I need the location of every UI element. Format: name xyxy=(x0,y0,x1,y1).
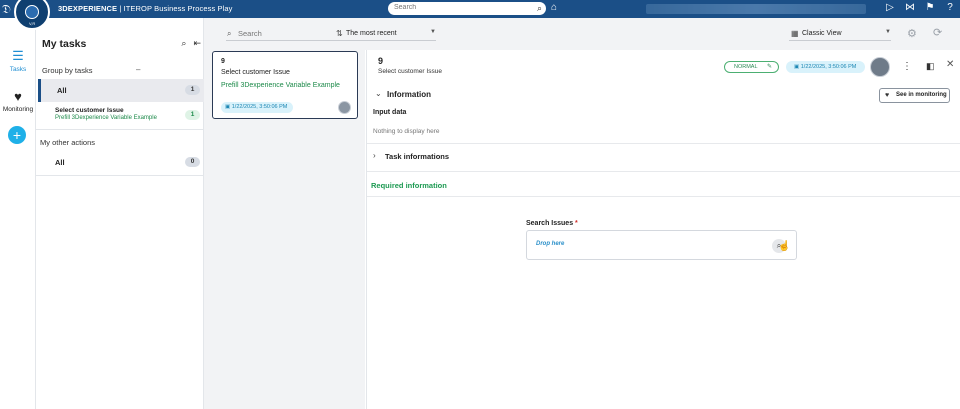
add-button[interactable]: + xyxy=(8,126,26,144)
search-issues-label: Search Issues * xyxy=(526,220,578,227)
panel-toggle-icon[interactable]: ◧ xyxy=(926,61,935,72)
status-badge[interactable]: NORMAL ✎ xyxy=(724,61,779,73)
divider xyxy=(367,143,960,144)
task-number: 9 xyxy=(221,58,225,65)
community-icon[interactable]: ⚑ xyxy=(924,2,936,13)
input-data-title: Input data xyxy=(373,109,407,116)
divider xyxy=(36,129,204,130)
detail-name: Select customer Issue xyxy=(378,68,442,75)
compass-version: V,R xyxy=(29,21,36,26)
tasks-panel: My tasks ⌕ ⇤ Group by tasks – All 1 Sele… xyxy=(36,18,204,409)
divider xyxy=(367,171,960,172)
other-actions-label: My other actions xyxy=(40,138,96,147)
search-icon[interactable]: ⌕ xyxy=(537,3,542,14)
top-bar: 𝔇 V,R 3DEXPERIENCE | ITEROP Business Pro… xyxy=(0,0,960,30)
other-item-all[interactable]: All 0 xyxy=(38,151,204,173)
blurred-user-area xyxy=(646,4,866,14)
section-title: Information xyxy=(387,90,431,99)
group-item-all[interactable]: All 1 xyxy=(38,79,204,102)
compass-play-icon xyxy=(25,5,39,19)
list-search[interactable]: ⌕ xyxy=(226,28,344,41)
heart-monitor-icon: ♥ xyxy=(14,89,22,104)
filter-bar: ⌕ ⇅ The most recent ▼ ▦ Classic View ▼ ⚙… xyxy=(204,18,960,50)
sort-label: The most recent xyxy=(346,30,397,37)
divider xyxy=(367,196,960,197)
see-in-monitoring-button[interactable]: ♥ See in monitoring xyxy=(879,88,950,103)
list-search-input[interactable] xyxy=(238,29,338,38)
date-badge[interactable]: ▣ 1/22/2025, 3:50:06 PM xyxy=(786,61,865,73)
global-search-input[interactable] xyxy=(388,2,528,13)
help-icon[interactable]: ? xyxy=(944,2,956,13)
detail-number: 9 xyxy=(378,56,384,66)
calendar-icon: ▣ xyxy=(225,104,232,110)
chevron-right-icon: › xyxy=(373,151,376,160)
task-card[interactable]: 9 Select customer Issue Prefill 3Dexperi… xyxy=(212,51,358,119)
view-icon: ▦ xyxy=(791,29,799,38)
task-name: Select customer Issue xyxy=(55,107,124,114)
date-badge: ▣ 1/22/2025, 3:50:06 PM xyxy=(221,102,294,113)
tag-icon[interactable]: ⌂ xyxy=(551,2,557,13)
rail-item-tasks[interactable]: ☰ Tasks xyxy=(0,48,36,73)
app-title: 3DEXPERIENCE | ITEROP Business Process P… xyxy=(58,4,233,13)
tasks-icon: ☰ xyxy=(12,48,24,63)
calendar-icon: ▣ xyxy=(794,64,801,70)
collapse-group-icon[interactable]: – xyxy=(136,65,140,74)
sort-dropdown[interactable]: ⇅ The most recent ▼ xyxy=(334,29,436,41)
refresh-icon[interactable]: ⟳ xyxy=(933,26,942,39)
task-process: Prefill 3Dexperience Variable Example xyxy=(55,115,157,121)
count-badge: 1 xyxy=(185,110,200,120)
chevron-down-icon: ⌄ xyxy=(375,89,382,98)
count-badge: 1 xyxy=(185,85,200,95)
gear-icon[interactable]: ⚙ xyxy=(907,27,917,40)
rail-tasks-label: Tasks xyxy=(9,66,27,73)
view-label: Classic View xyxy=(802,30,842,37)
task-name: Select customer Issue xyxy=(221,69,290,76)
search-icon[interactable]: ⌕ xyxy=(181,38,186,49)
top-icons: ▷ ⋈ ⚑ ? xyxy=(884,2,956,13)
task-informations-section-header[interactable]: › Task informations xyxy=(367,149,960,165)
global-search[interactable]: ⌕ xyxy=(388,2,546,15)
sort-icon: ⇅ xyxy=(336,29,343,38)
empty-message: Nothing to display here xyxy=(373,128,440,135)
share-icon[interactable]: ⋈ xyxy=(904,2,916,13)
search-icon: ⌕ xyxy=(227,29,232,38)
play-icon[interactable]: ▷ xyxy=(884,2,896,13)
close-icon[interactable]: ✕ xyxy=(946,59,954,70)
chevron-down-icon: ▼ xyxy=(430,29,436,35)
section-title: Task informations xyxy=(385,152,450,161)
panel-tools: ⌕ ⇤ xyxy=(181,38,201,49)
chevron-down-icon: ▼ xyxy=(885,29,891,35)
group-item-label: All xyxy=(57,86,67,95)
avatar xyxy=(338,101,351,114)
search-issues-dropzone[interactable]: Drop here ⌕ xyxy=(526,230,797,260)
task-process: Prefill 3Dexperience Variable Example xyxy=(221,82,340,89)
drop-here-label: Drop here xyxy=(536,241,565,247)
view-dropdown[interactable]: ▦ Classic View ▼ xyxy=(789,29,891,41)
panel-title: My tasks xyxy=(42,38,87,50)
task-detail: 9 Select customer Issue NORMAL ✎ ▣ 1/22/… xyxy=(366,50,960,409)
hand-cursor-icon: ☝ xyxy=(778,241,791,252)
divider xyxy=(36,175,204,176)
count-badge: 0 xyxy=(185,157,200,167)
left-rail: ☰ Tasks ♥ Monitoring + xyxy=(0,18,36,409)
collapse-icon[interactable]: ⇤ xyxy=(193,38,201,49)
information-section-header[interactable]: ⌄ Information xyxy=(367,86,960,104)
required-information-title: Required information xyxy=(371,181,447,190)
avatar[interactable] xyxy=(870,57,890,77)
group-by-label[interactable]: Group by tasks xyxy=(42,66,92,75)
heart-monitor-icon: ♥ xyxy=(885,92,890,99)
group-item-task[interactable]: Select customer Issue Prefill 3Dexperien… xyxy=(38,104,204,126)
more-options-icon[interactable]: ⋮ xyxy=(902,61,912,72)
rail-item-monitoring[interactable]: ♥ Monitoring xyxy=(0,89,36,113)
rail-monitoring-label: Monitoring xyxy=(2,106,34,113)
other-item-label: All xyxy=(55,158,65,167)
edit-icon: ✎ xyxy=(766,64,772,70)
